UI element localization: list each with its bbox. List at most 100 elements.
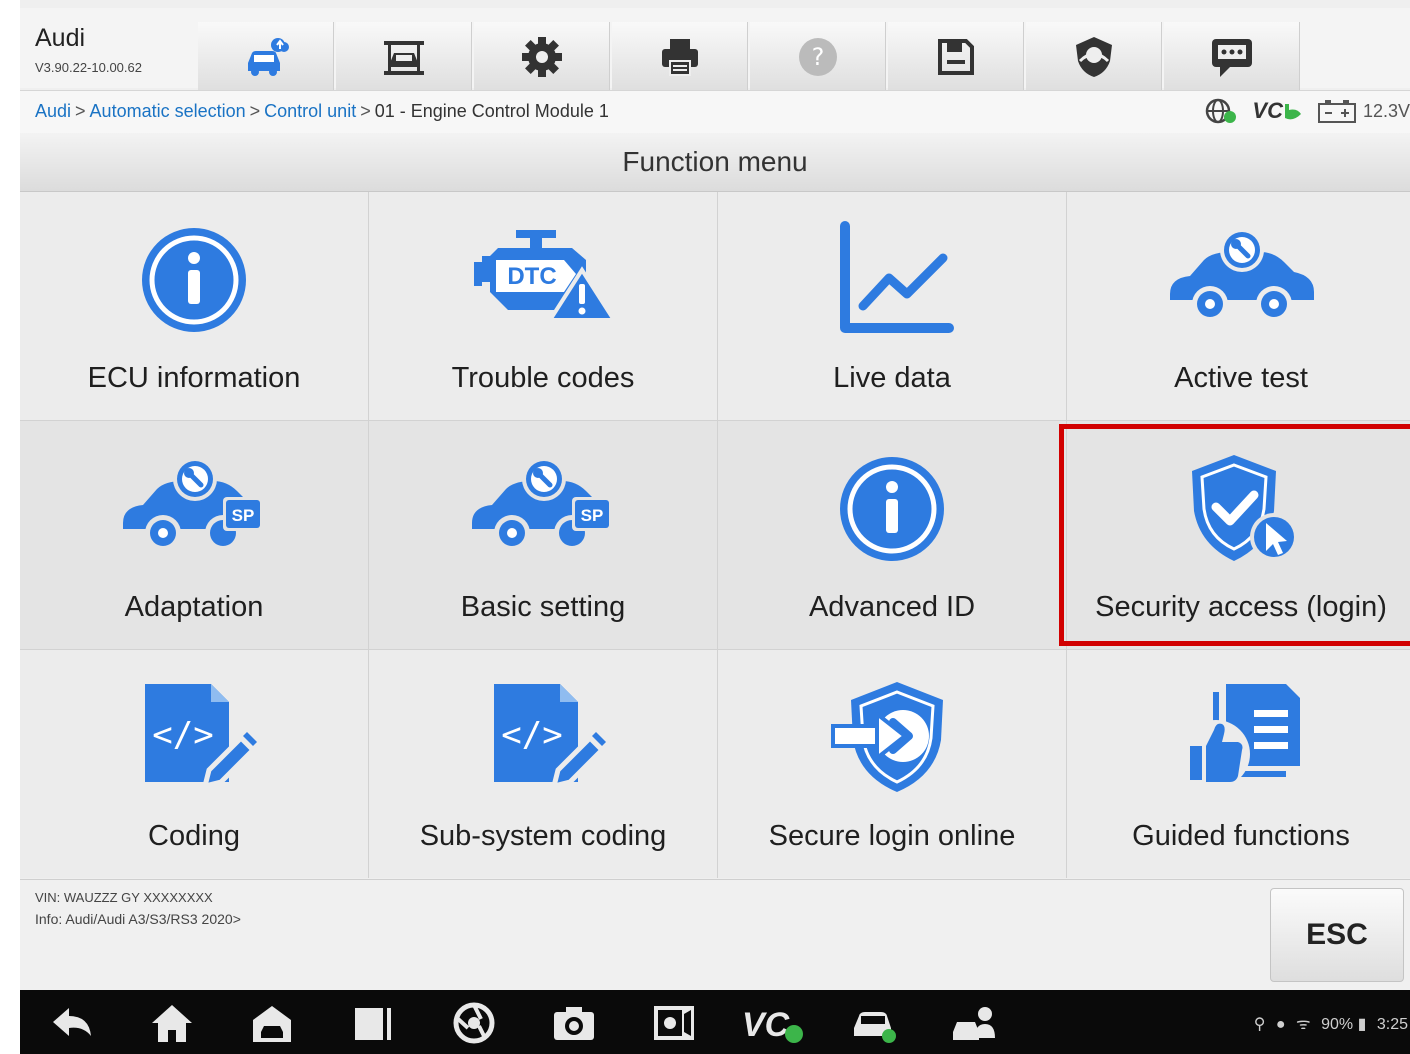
svg-text:DTC: DTC	[507, 263, 556, 290]
wifi-icon: ᯤ	[1296, 1016, 1311, 1033]
esc-button[interactable]: ESC	[1270, 888, 1404, 982]
message-button[interactable]	[1164, 22, 1300, 92]
hand-document-icon	[1182, 684, 1300, 788]
tile-label: Guided functions	[1132, 820, 1350, 852]
tile-basic-setting[interactable]: SP Basic setting	[369, 421, 717, 649]
tile-adaptation[interactable]: SP Adaptation	[20, 421, 368, 649]
tile-label: Sub-system coding	[419, 820, 667, 852]
car-lift-icon	[384, 41, 424, 75]
breadcrumb-separator: >	[75, 101, 86, 121]
function-grid: ECU information DTC Trouble codes Live d	[20, 192, 1410, 878]
tile-label: ECU information	[87, 362, 301, 394]
breadcrumb-audi[interactable]: Audi	[35, 101, 71, 121]
vci-connected-icon	[1284, 104, 1301, 120]
network-globe-icon	[1206, 98, 1237, 124]
browser-icon	[453, 1002, 495, 1044]
settings-button[interactable]	[474, 22, 610, 92]
svg-text:</>: </>	[152, 715, 213, 755]
brightness-icon	[654, 1006, 694, 1040]
vci-status-label: VC	[1252, 98, 1283, 123]
car-home-button[interactable]	[244, 1000, 300, 1046]
breadcrumb-bar: Audi > Automatic selection > Control unit >01…	[20, 90, 1410, 134]
svg-text:SP: SP	[581, 506, 604, 525]
back-button[interactable]	[44, 1000, 100, 1046]
shield-support-icon	[1076, 37, 1112, 77]
app-frame: Audi V3.90.22-10.00.62 ? Audi > Automati…	[20, 0, 1410, 1054]
vehicle-connect-button[interactable]	[846, 1000, 902, 1046]
car-lift-button[interactable]	[336, 22, 472, 92]
vin-text: VIN: WAUZZZ GY XXXXXXXX	[35, 890, 213, 905]
garage-home-icon	[253, 1006, 291, 1042]
battery-icon	[1317, 100, 1356, 123]
line-chart-icon	[840, 221, 954, 333]
system-status-area: ⚲ ● ᯤ 90% ▮ 3:25	[1254, 1012, 1408, 1034]
tile-trouble-codes[interactable]: DTC Trouble codes	[369, 192, 717, 420]
breadcrumb-separator: >	[360, 101, 371, 121]
tile-label: Coding	[148, 820, 240, 852]
tile-label: Trouble codes	[451, 362, 635, 394]
location-icon: ⚲	[1253, 1016, 1266, 1033]
code-edit-icon: </>	[145, 684, 257, 790]
home-icon	[152, 1005, 192, 1042]
app-title: Audi	[35, 24, 86, 52]
breadcrumb-current: 01 - Engine Control Module 1	[374, 101, 609, 121]
car-wrench-sp-icon: SP	[472, 457, 612, 551]
save-button[interactable]	[888, 22, 1024, 92]
tile-label: Active test	[1174, 362, 1308, 394]
tile-label: Adaptation	[124, 591, 264, 623]
tile-advanced-id[interactable]: Advanced ID	[718, 421, 1066, 649]
settings-gear-icon	[522, 37, 562, 77]
breadcrumb-automatic-selection[interactable]: Automatic selection	[90, 101, 246, 121]
battery-percent: 90%	[1321, 1016, 1354, 1033]
help-button[interactable]: ?	[750, 22, 886, 92]
tile-guided-functions[interactable]: Guided functions	[1067, 650, 1410, 878]
camera-button[interactable]	[546, 1000, 602, 1046]
system-navigation-bar: VC ⚲ ● ᯤ 90% ▮ 3:25	[20, 990, 1410, 1054]
recent-apps-icon	[355, 1008, 391, 1040]
help-icon: ?	[799, 38, 837, 76]
toolbar-buttons: ?	[198, 22, 1302, 92]
info-circle-icon	[142, 228, 246, 332]
tile-live-data[interactable]: Live data	[718, 192, 1066, 420]
breadcrumb-control-unit[interactable]: Control unit	[264, 101, 356, 121]
car-cloud-icon	[248, 38, 289, 76]
support-button[interactable]	[1026, 22, 1162, 92]
car-wrench-sp-icon: SP	[123, 457, 263, 551]
svg-text:SP: SP	[232, 506, 255, 525]
tile-active-test[interactable]: Active test	[1067, 192, 1410, 420]
message-icon	[1212, 39, 1252, 77]
tile-security-access-login[interactable]: Security access (login)	[1067, 421, 1410, 649]
remote-expert-button[interactable]	[946, 1000, 1002, 1046]
tile-coding[interactable]: </> Coding	[20, 650, 368, 878]
printer-icon	[662, 39, 698, 76]
svg-text:?: ?	[812, 43, 825, 71]
dtc-engine-icon: DTC	[474, 230, 618, 322]
status-indicators: VC 12.3V	[1204, 97, 1410, 125]
clock: 3:25	[1376, 1016, 1408, 1033]
save-icon	[938, 39, 974, 75]
tile-sub-system-coding[interactable]: </> Sub-system coding	[369, 650, 717, 878]
battery-voltage: 12.3V	[1362, 100, 1410, 121]
shield-arrow-icon	[831, 682, 943, 792]
tile-ecu-information[interactable]: ECU information	[20, 192, 368, 420]
shield-check-cursor-icon	[1192, 455, 1298, 561]
bluetooth-icon: ●	[1275, 1016, 1286, 1033]
vci-manager-button[interactable]: VC	[742, 1000, 806, 1046]
camera-icon	[554, 1007, 594, 1040]
recent-apps-button[interactable]	[346, 1000, 402, 1046]
tile-label: Basic setting	[460, 591, 626, 623]
top-toolbar: Audi V3.90.22-10.00.62 ?	[20, 8, 1410, 92]
print-button[interactable]	[612, 22, 748, 92]
app-version: V3.90.22-10.00.62	[35, 60, 142, 75]
vehicle-info-text: Info: Audi/Audi A3/S3/RS3 2020>	[35, 911, 241, 927]
back-arrow-icon	[53, 1008, 91, 1036]
section-title: Function menu	[20, 133, 1410, 192]
breadcrumb: Audi > Automatic selection > Control unit >01…	[35, 101, 609, 122]
tile-secure-login-online[interactable]: Secure login online	[718, 650, 1066, 878]
display-brightness-button[interactable]	[646, 1000, 702, 1046]
home-button[interactable]	[144, 1000, 200, 1046]
browser-button[interactable]	[446, 1000, 502, 1046]
tile-label: Secure login online	[768, 820, 1016, 852]
code-edit-icon: </>	[494, 684, 606, 790]
car-cloud-button[interactable]	[198, 22, 334, 92]
